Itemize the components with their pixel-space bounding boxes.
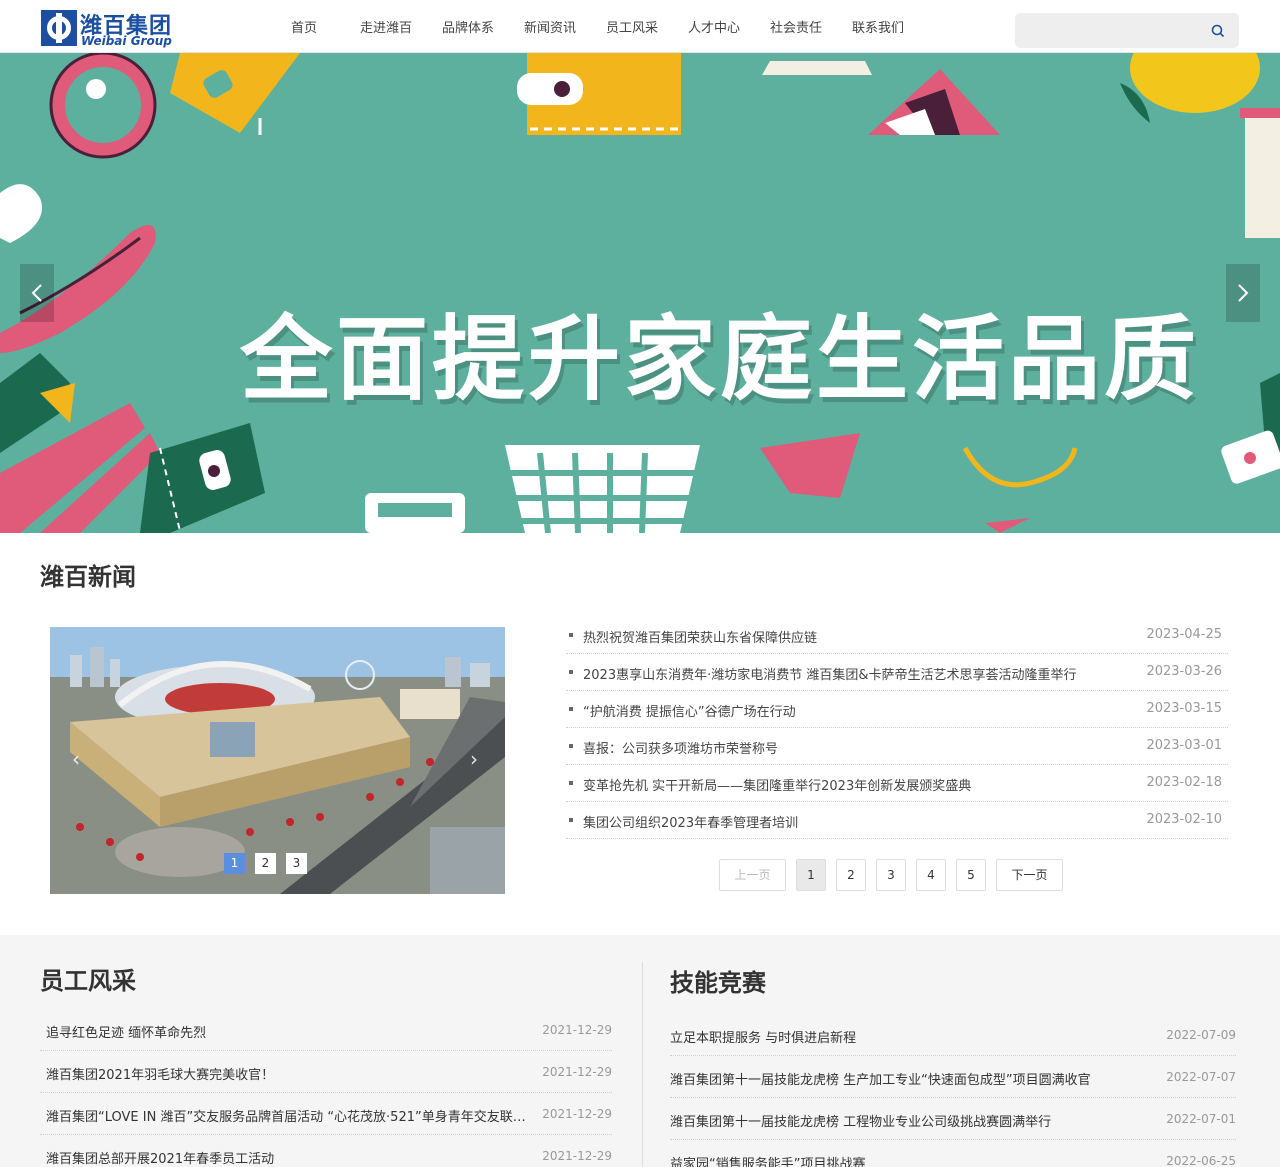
list-item[interactable]: 潍百集团第十一届技能龙虎榜 生产加工专业“快速面包成型”项目圆满收官 2022-0… [670,1056,1236,1098]
news-list: 热烈祝贺潍百集团荣获山东省保障供应链 2023-04-25 2023惠享山东消费年… [566,617,1228,839]
search-icon[interactable] [1211,24,1225,38]
list-item-date: 2022-07-07 [1166,1070,1236,1084]
list-item[interactable]: 潍百集团总部开展2021年春季员工活动 2021-12-29 [40,1135,612,1167]
photo-page-2[interactable]: 2 [255,853,276,874]
list-item[interactable]: 潍百集团“LOVE IN 潍百”交友服务品牌首届活动 “心花茂放·521”单身青… [40,1093,612,1135]
logo-mark-icon [41,10,77,46]
list-item[interactable]: 潍百集团2021年羽毛球大赛完美收官！ 2021-12-29 [40,1051,612,1093]
news-pagination: 上一页 1 2 3 4 5 下一页 [719,859,1063,891]
page-button-1[interactable]: 1 [796,859,826,891]
list-item-title[interactable]: 立足本职提服务 与时俱进启新程 [670,1027,856,1046]
news-item-date: 2023-03-26 [1146,664,1222,679]
site-header: 潍百集团 Weibai Group 首页 走进潍百 品牌体系 新闻资讯 员工风采… [0,0,1280,53]
list-item[interactable]: 潍百集团第十一届技能龙虎榜 工程物业专业公司级挑战赛圆满举行 2022-07-01 [670,1098,1236,1140]
nav-item-brands[interactable]: 品牌体系 [427,0,509,53]
news-item-title[interactable]: “护航消费 提振信心”谷德广场在行动 [583,701,796,720]
skills-list: 立足本职提服务 与时俱进启新程 2022-07-09 潍百集团第十一届技能龙虎榜 … [670,1014,1236,1167]
skills-section-title: 技能竞赛 [670,969,766,997]
news-item[interactable]: 热烈祝贺潍百集团荣获山东省保障供应链 2023-04-25 [566,617,1228,654]
chevron-right-icon [1238,284,1249,302]
bullet-icon [569,633,573,637]
nav-item-responsibility[interactable]: 社会责任 [755,0,837,53]
list-item-date: 2022-07-01 [1166,1112,1236,1126]
chevron-left-icon [31,284,42,302]
list-item-title[interactable]: 追寻红色足迹 缅怀革命先烈 [46,1022,206,1041]
search-box [1015,13,1239,48]
list-item-date: 2022-06-25 [1166,1154,1236,1167]
list-item-title[interactable]: 潍百集团第十一届技能龙虎榜 工程物业专业公司级挑战赛圆满举行 [670,1111,1051,1130]
list-item-date: 2021-12-29 [542,1107,612,1121]
news-item-date: 2023-02-10 [1146,812,1222,827]
news-item-date: 2023-03-01 [1146,738,1222,753]
news-item-title[interactable]: 2023惠享山东消费年·潍坊家电消费节 潍百集团&卡萨帝生活艺术思享荟活动隆重举… [583,664,1077,683]
photo-prev-icon[interactable]: ‹ [72,747,80,771]
search-input[interactable] [1025,20,1205,40]
photo-next-icon[interactable]: › [470,747,478,771]
news-item-date: 2023-03-15 [1146,701,1222,716]
list-item[interactable]: 益家园“销售服务能手”项目挑战赛 2022-06-25 [670,1140,1236,1167]
news-item-title[interactable]: 集团公司组织2023年春季管理者培训 [583,812,798,831]
news-item-title[interactable]: 喜报：公司获多项潍坊市荣誉称号 [583,738,778,757]
nav-item-contact[interactable]: 联系我们 [837,0,919,53]
list-item-title[interactable]: 潍百集团总部开展2021年春季员工活动 [46,1148,274,1167]
banner-next-button[interactable] [1226,264,1260,322]
bullet-icon [569,818,573,822]
news-item[interactable]: 变革抢先机 实干开新局——集团隆重举行2023年创新发展颁奖盛典 2023-02-… [566,765,1228,802]
next-page-button[interactable]: 下一页 [996,859,1063,891]
logo[interactable]: 潍百集团 Weibai Group [41,8,181,48]
news-item[interactable]: “护航消费 提振信心”谷德广场在行动 2023-03-15 [566,691,1228,728]
bullet-icon [569,781,573,785]
news-item[interactable]: 集团公司组织2023年春季管理者培训 2023-02-10 [566,802,1228,839]
list-item[interactable]: 立足本职提服务 与时俱进启新程 2022-07-09 [670,1014,1236,1056]
staff-list: 追寻红色足迹 缅怀革命先烈 2021-12-29 潍百集团2021年羽毛球大赛完美… [40,1009,612,1167]
logo-subtext: Weibai Group [81,34,172,48]
list-item-title[interactable]: 潍百集团2021年羽毛球大赛完美收官！ [46,1064,274,1083]
news-item-title[interactable]: 变革抢先机 实干开新局——集团隆重举行2023年创新发展颁奖盛典 [583,775,971,794]
page-button-3[interactable]: 3 [876,859,906,891]
news-item[interactable]: 喜报：公司获多项潍坊市荣誉称号 2023-03-01 [566,728,1228,765]
list-item-date: 2022-07-09 [1166,1028,1236,1042]
news-item[interactable]: 2023惠享山东消费年·潍坊家电消费节 潍百集团&卡萨帝生活艺术思享荟活动隆重举… [566,654,1228,691]
hero-banner[interactable]: 全面提升家庭生活品质 [0,53,1280,533]
news-item-title[interactable]: 热烈祝贺潍百集团荣获山东省保障供应链 [583,627,817,646]
list-item-title[interactable]: 潍百集团“LOVE IN 潍百”交友服务品牌首届活动 “心花茂放·521”单身青… [46,1106,536,1125]
list-item-date: 2021-12-29 [542,1065,612,1079]
list-item-title[interactable]: 益家园“销售服务能手”项目挑战赛 [670,1153,865,1167]
news-item-date: 2023-04-25 [1146,627,1222,642]
nav-item-about[interactable]: 走进潍百 [345,0,427,53]
news-item-date: 2023-02-18 [1146,775,1222,790]
staff-section-title: 员工风采 [40,967,136,995]
list-item-title[interactable]: 潍百集团第十一届技能龙虎榜 生产加工专业“快速面包成型”项目圆满收官 [670,1069,1091,1088]
photo-page-3[interactable]: 3 [286,853,307,874]
prev-page-button[interactable]: 上一页 [719,859,786,891]
list-item-date: 2021-12-29 [542,1023,612,1037]
column-divider [642,962,643,1167]
page-button-2[interactable]: 2 [836,859,866,891]
nav-item-staff[interactable]: 员工风采 [591,0,673,53]
page-button-5[interactable]: 5 [956,859,986,891]
news-section-title: 潍百新闻 [40,563,136,591]
list-item-date: 2021-12-29 [542,1149,612,1163]
photo-page-1[interactable]: 1 [224,853,245,874]
bullet-icon [569,707,573,711]
page-button-4[interactable]: 4 [916,859,946,891]
bottom-section: 员工风采 技能竞赛 追寻红色足迹 缅怀革命先烈 2021-12-29 潍百集团20… [0,935,1280,1167]
list-item[interactable]: 追寻红色足迹 缅怀革命先烈 2021-12-29 [40,1009,612,1051]
nav-item-news[interactable]: 新闻资讯 [509,0,591,53]
news-photo-slider[interactable]: ‹ › 1 2 3 [50,627,505,894]
banner-prev-button[interactable] [20,264,54,322]
bullet-icon [569,670,573,674]
bullet-icon [569,744,573,748]
main-nav: 首页 走进潍百 品牌体系 新闻资讯 员工风采 人才中心 社会责任 联系我们 [263,0,919,53]
nav-item-careers[interactable]: 人才中心 [673,0,755,53]
nav-item-home[interactable]: 首页 [263,0,345,53]
banner-headline: 全面提升家庭生活品质 [240,306,1201,413]
photo-pagination: 1 2 3 [224,853,307,874]
